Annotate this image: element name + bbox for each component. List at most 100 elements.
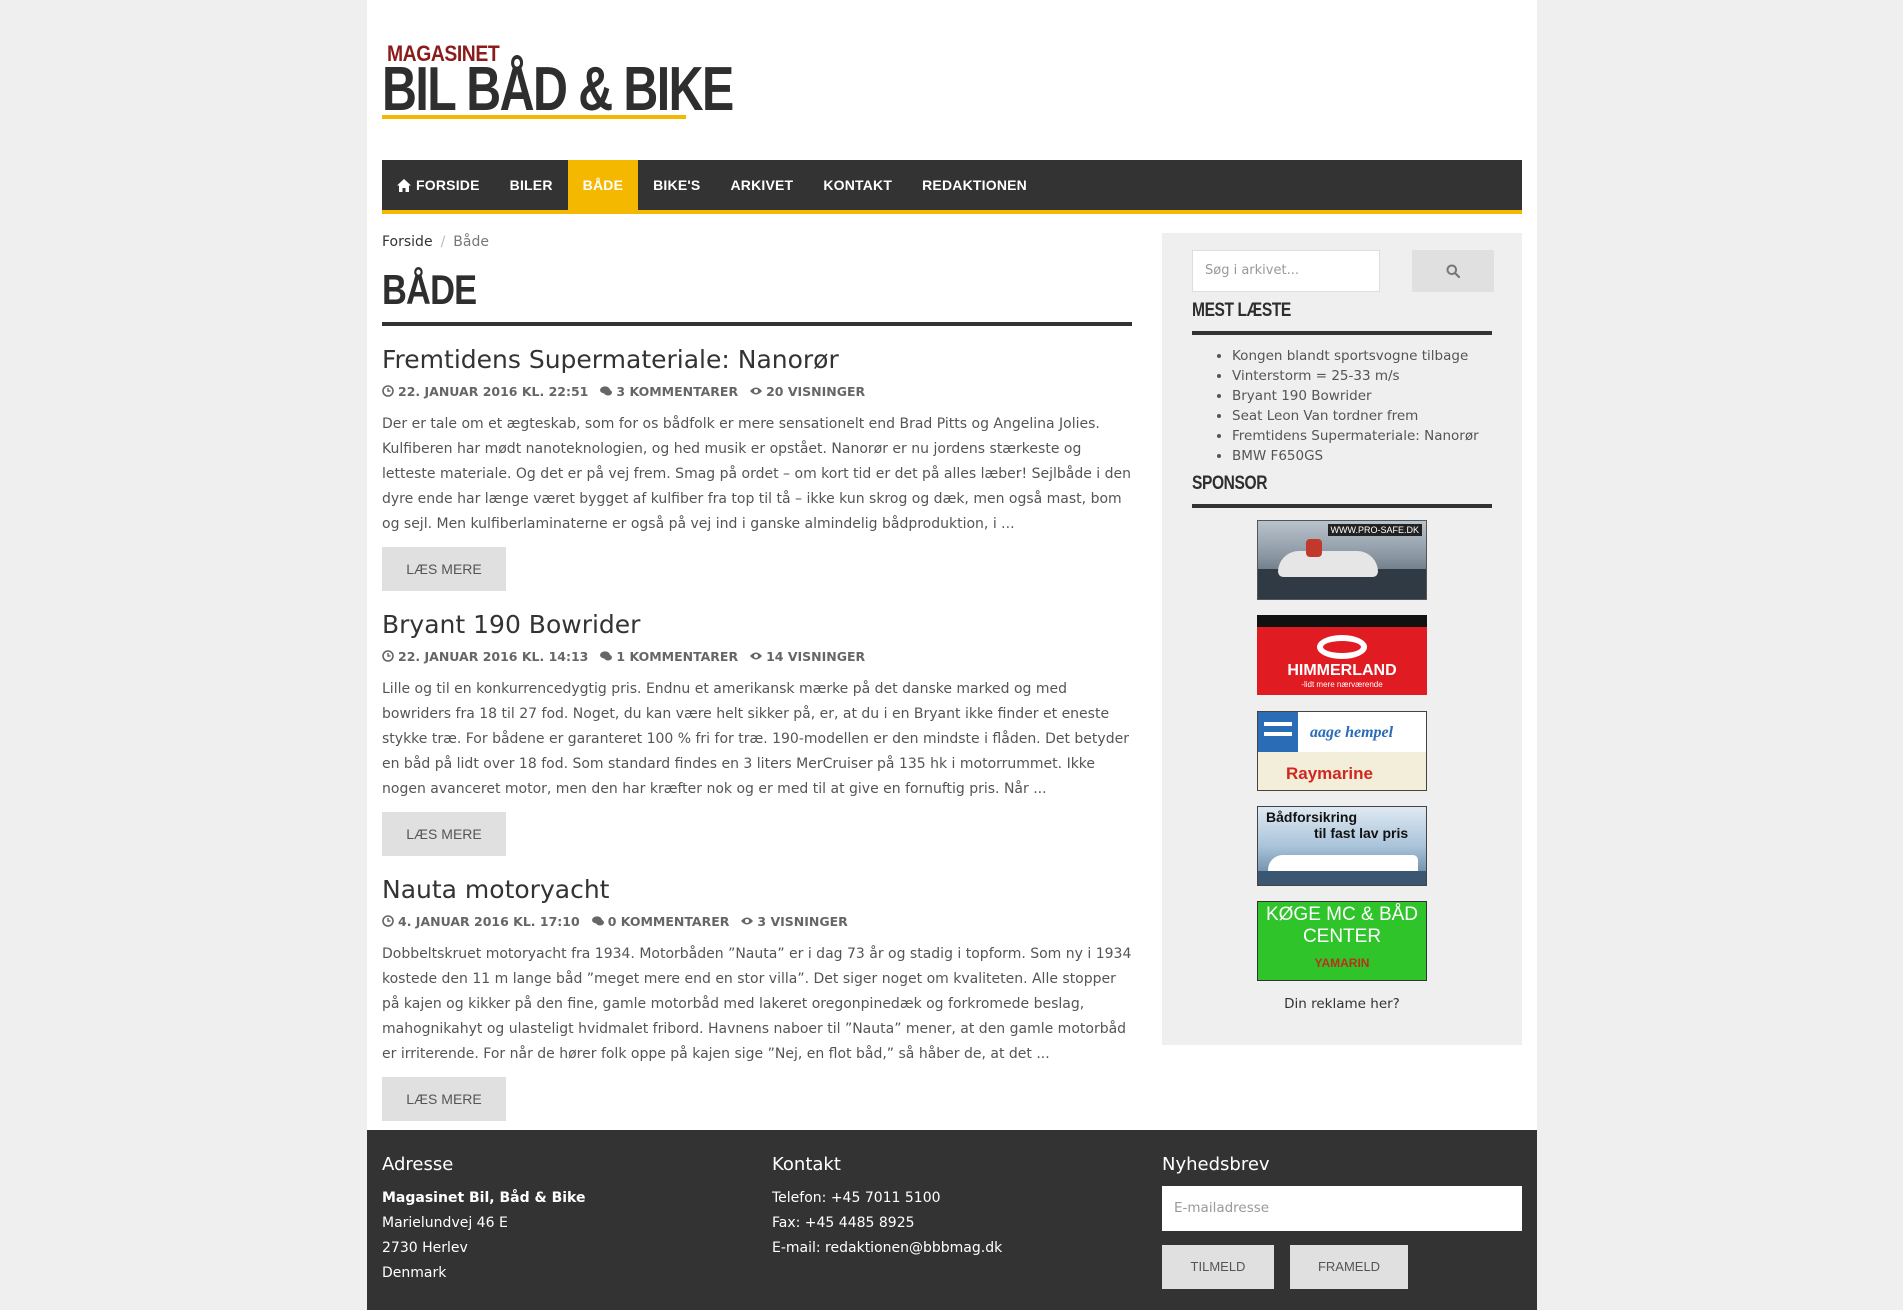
read-more-button[interactable]: LÆS MERE bbox=[382, 547, 506, 591]
footer-email[interactable]: E-mail: redaktionen@bbbmag.dk bbox=[772, 1236, 1132, 1261]
post-date-text: 22. JANUAR 2016 KL. 14:13 bbox=[398, 648, 589, 664]
sponsor-ad-koege[interactable]: KØGE MC & BÅD CENTER YAMARIN bbox=[1257, 901, 1427, 981]
nav-item-forside[interactable]: FORSIDE bbox=[382, 160, 495, 210]
clock-icon bbox=[382, 385, 394, 397]
breadcrumb-home[interactable]: Forside bbox=[382, 234, 433, 250]
clock-icon bbox=[382, 650, 394, 662]
nav-item-bikes[interactable]: BIKE'S bbox=[638, 160, 715, 210]
search-icon bbox=[1446, 264, 1460, 278]
post-excerpt: Lille og til en konkurrencedygtig pris. … bbox=[382, 681, 1129, 797]
ad-text: aage hempel bbox=[1310, 724, 1394, 741]
search-input[interactable]: Søg i arkivet... bbox=[1192, 250, 1380, 292]
sponsor-ad-aage-hempel[interactable]: aage hempel Raymarine bbox=[1257, 711, 1427, 791]
post-excerpt: Dobbeltskruet motoryacht fra 1934. Motor… bbox=[382, 946, 1132, 1062]
post-views-text: 3 VISNINGER bbox=[757, 913, 848, 929]
post-views: 14 VISNINGER bbox=[750, 649, 865, 664]
list-item[interactable]: Seat Leon Van tordner frem bbox=[1232, 406, 1492, 426]
sponsor-ad-prosafe[interactable]: WWW.PRO-SAFE.DK bbox=[1257, 520, 1427, 600]
eye-icon bbox=[741, 917, 754, 925]
footer-street: Marielundvej 46 E bbox=[382, 1215, 508, 1231]
page-container: MAGASINET BIL BÅD & BIKE FORSIDE BILER B… bbox=[367, 0, 1537, 1310]
newsletter-email-field[interactable]: E-mailadresse bbox=[1162, 1186, 1522, 1231]
post: Nauta motoryacht 4. JANUAR 2016 KL. 17:1… bbox=[382, 874, 1132, 1121]
footer-phone: Telefon: +45 7011 5100 bbox=[772, 1190, 941, 1206]
footer-fax: Fax: +45 4485 8925 bbox=[772, 1215, 915, 1231]
ad-subtext: til fast lav pris bbox=[1314, 825, 1409, 841]
post-meta: 22. JANUAR 2016 KL. 22:51 3 KOMMENTARER … bbox=[382, 382, 1132, 400]
post-title[interactable]: Nauta motoryacht bbox=[382, 874, 1132, 906]
post-comments[interactable]: 0 KOMMENTARER bbox=[591, 913, 730, 929]
post-meta: 4. JANUAR 2016 KL. 17:10 0 KOMMENTARER 3… bbox=[382, 912, 1132, 930]
logo-underline bbox=[382, 115, 686, 119]
comments-icon bbox=[600, 386, 613, 396]
list-item[interactable]: Kongen blandt sportsvogne tilbage bbox=[1232, 346, 1492, 366]
ad-brand: YAMARIN bbox=[1314, 956, 1370, 970]
list-item[interactable]: Vinterstorm = 25-33 m/s bbox=[1232, 366, 1492, 386]
site-logo[interactable]: MAGASINET BIL BÅD & BIKE bbox=[382, 40, 734, 124]
eye-icon bbox=[750, 652, 763, 660]
footer-contact: Kontakt Telefon: +45 7011 5100 Fax: +45 … bbox=[772, 1150, 1132, 1261]
ad-cta-link[interactable]: Din reklame her? bbox=[1162, 996, 1522, 1012]
title-divider bbox=[382, 322, 1132, 326]
nav-item-biler[interactable]: BILER bbox=[495, 160, 568, 210]
nav-item-kontakt[interactable]: KONTAKT bbox=[808, 160, 907, 210]
post-comments[interactable]: 3 KOMMENTARER bbox=[600, 384, 738, 399]
read-more-button[interactable]: LÆS MERE bbox=[382, 1077, 506, 1121]
breadcrumb-current: Både bbox=[453, 234, 489, 250]
footer-address-heading: Adresse bbox=[382, 1154, 454, 1175]
breadcrumb: Forside / Både bbox=[382, 230, 1132, 254]
most-read-divider bbox=[1192, 331, 1492, 335]
footer-country: Denmark bbox=[382, 1265, 447, 1281]
post-views: 20 VISNINGER bbox=[750, 384, 865, 399]
ad-topbar bbox=[1257, 615, 1427, 627]
post-date-text: 4. JANUAR 2016 KL. 17:10 bbox=[398, 913, 580, 929]
ad-water bbox=[1258, 871, 1426, 885]
ad-subtext: -lidt mere nærværende bbox=[1301, 680, 1383, 689]
subscribe-button[interactable]: TILMELD bbox=[1162, 1245, 1274, 1289]
post-meta: 22. JANUAR 2016 KL. 14:13 1 KOMMENTARER … bbox=[382, 647, 1132, 665]
footer-newsletter: Nyhedsbrev E-mailadresse bbox=[1162, 1150, 1522, 1231]
nav-item-baade[interactable]: BÅDE bbox=[567, 160, 639, 210]
post-comments-text: 0 KOMMENTARER bbox=[607, 913, 730, 929]
sponsor-ad-baadforsikring[interactable]: Bådforsikring til fast lav pris bbox=[1257, 806, 1427, 886]
list-item[interactable]: Fremtidens Supermateriale: Nanorør bbox=[1232, 426, 1492, 446]
footer-newsletter-heading: Nyhedsbrev bbox=[1162, 1154, 1270, 1175]
comments-icon bbox=[600, 651, 613, 661]
post-date: 22. JANUAR 2016 KL. 14:13 bbox=[382, 649, 588, 664]
page-title: BÅDE bbox=[382, 266, 477, 313]
nav-item-arkivet[interactable]: ARKIVET bbox=[715, 160, 808, 210]
ad-text: WWW.PRO-SAFE.DK bbox=[1327, 524, 1422, 536]
read-more-button[interactable]: LÆS MERE bbox=[382, 812, 506, 856]
footer-company-name: Magasinet Bil, Båd & Bike bbox=[382, 1190, 586, 1206]
post-title[interactable]: Bryant 190 Bowrider bbox=[382, 609, 1132, 641]
clock-icon bbox=[382, 915, 394, 927]
search-button[interactable] bbox=[1412, 250, 1494, 292]
most-read-heading: MEST LÆSTE bbox=[1192, 300, 1492, 322]
home-icon bbox=[397, 178, 411, 192]
most-read-heading-text: MEST LÆSTE bbox=[1192, 300, 1291, 321]
comments-icon bbox=[591, 916, 604, 926]
nav-item-redaktionen[interactable]: REDAKTIONEN bbox=[907, 160, 1042, 210]
sponsor-ad-himmerland[interactable]: HIMMERLAND -lidt mere nærværende bbox=[1257, 615, 1427, 695]
post-views-text: 14 VISNINGER bbox=[766, 648, 866, 664]
footer: Adresse Magasinet Bil, Båd & Bike Mariel… bbox=[367, 1130, 1537, 1310]
sponsor-heading-text: SPONSOR bbox=[1192, 473, 1268, 494]
most-read-list: Kongen blandt sportsvogne tilbage Vinter… bbox=[1192, 346, 1492, 466]
post-comments-text: 3 KOMMENTARER bbox=[616, 383, 739, 399]
unsubscribe-button[interactable]: FRAMELD bbox=[1290, 1245, 1408, 1289]
ad-text: KØGE MC & BÅD bbox=[1265, 904, 1419, 925]
post-excerpt: Der er tale om et ægteskab, som for os b… bbox=[382, 416, 1131, 532]
post-views-text: 20 VISNINGER bbox=[766, 383, 866, 399]
list-item[interactable]: BMW F650GS bbox=[1232, 446, 1492, 466]
main-nav: FORSIDE BILER BÅDE BIKE'S ARKIVET KONTAK… bbox=[382, 160, 1522, 214]
footer-address: Adresse Magasinet Bil, Båd & Bike Mariel… bbox=[382, 1150, 742, 1286]
post-date: 22. JANUAR 2016 KL. 22:51 bbox=[382, 384, 588, 399]
post: Bryant 190 Bowrider 22. JANUAR 2016 KL. … bbox=[382, 609, 1132, 856]
ad-subtext: Raymarine bbox=[1286, 764, 1373, 783]
breadcrumb-separator: / bbox=[440, 234, 446, 250]
post-title[interactable]: Fremtidens Supermateriale: Nanorør bbox=[382, 344, 1132, 376]
list-item[interactable]: Bryant 190 Bowrider bbox=[1232, 386, 1492, 406]
post-comments[interactable]: 1 KOMMENTARER bbox=[600, 649, 738, 664]
flag-stripe bbox=[1264, 732, 1292, 736]
nav-label: FORSIDE bbox=[416, 177, 480, 193]
